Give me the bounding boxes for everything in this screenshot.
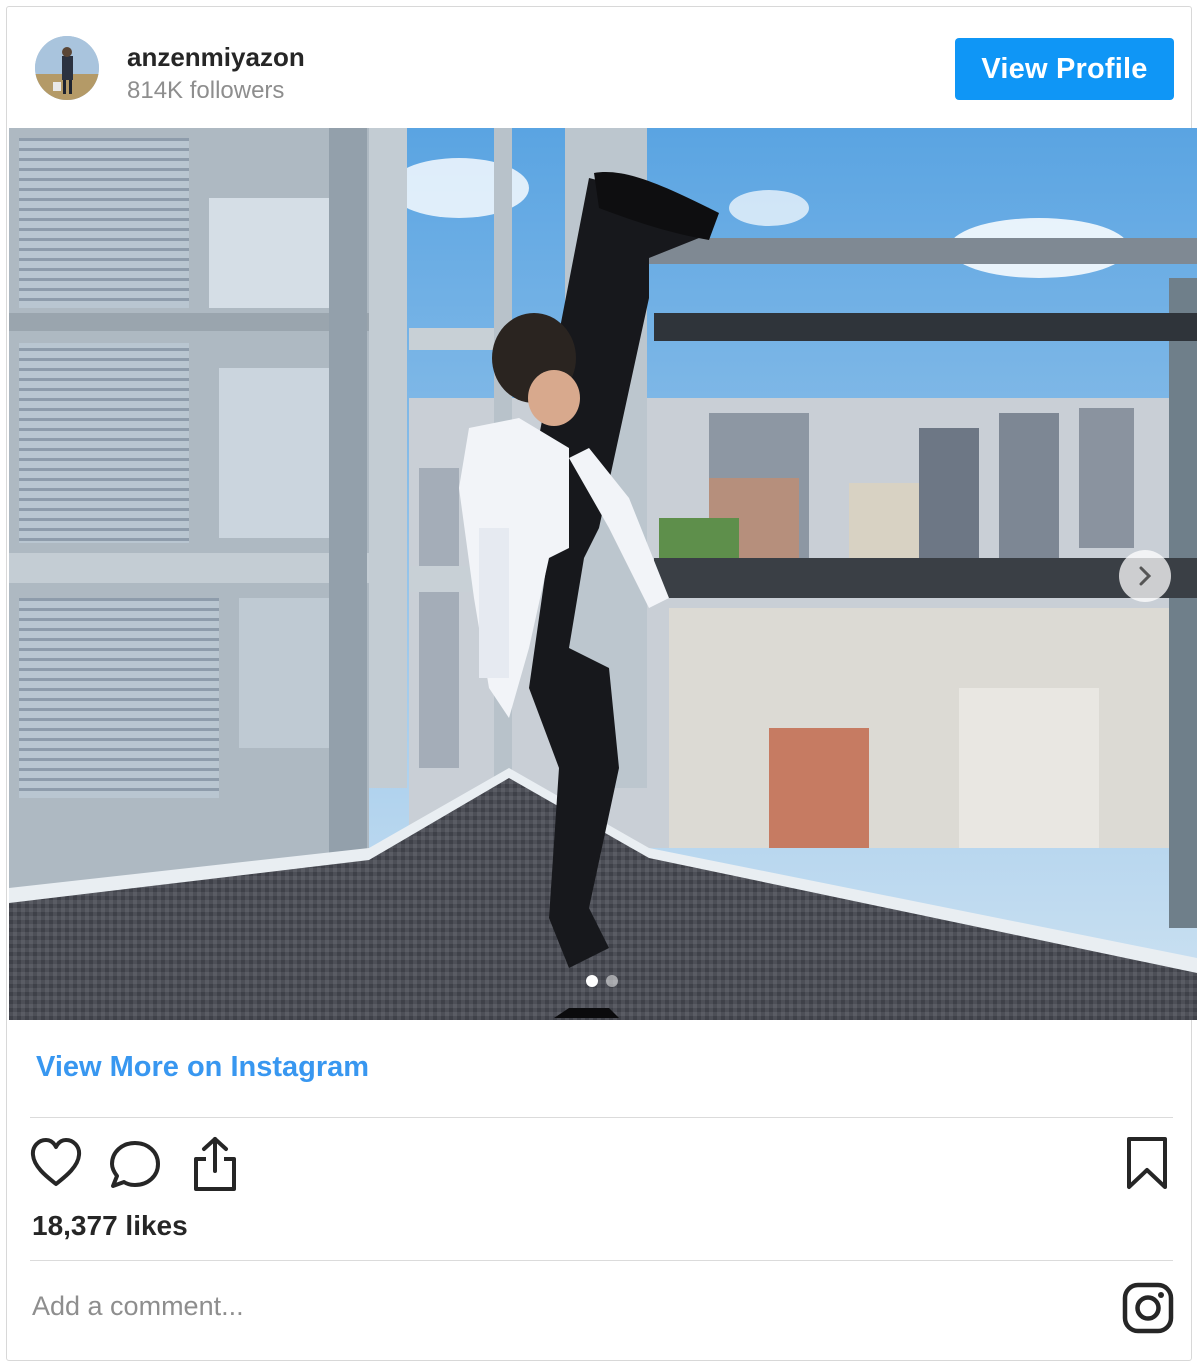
- instagram-logo-icon[interactable]: [1121, 1281, 1175, 1335]
- divider: [30, 1117, 1173, 1118]
- chevron-right-icon: [1139, 566, 1152, 586]
- action-bar: [7, 1135, 1191, 1195]
- post-photo[interactable]: [9, 128, 1197, 1020]
- share-icon[interactable]: [190, 1135, 240, 1193]
- follower-count: 814K followers: [127, 77, 285, 104]
- comment-icon[interactable]: [108, 1139, 162, 1191]
- divider: [30, 1260, 1173, 1261]
- username[interactable]: anzenmiyazon: [127, 42, 305, 73]
- comment-input[interactable]: Add a comment...: [32, 1291, 244, 1322]
- view-more-link[interactable]: View More on Instagram: [36, 1051, 369, 1084]
- carousel-dot: [606, 975, 618, 987]
- carousel-next-button[interactable]: [1119, 550, 1171, 602]
- carousel-indicator: [586, 975, 626, 989]
- view-profile-button[interactable]: View Profile: [955, 38, 1174, 100]
- instagram-embed-card: anzenmiyazon 814K followers View Profile: [6, 6, 1197, 1361]
- avatar[interactable]: [35, 36, 99, 100]
- carousel-dot-active: [586, 975, 598, 987]
- bookmark-icon[interactable]: [1124, 1135, 1170, 1191]
- post-header: anzenmiyazon 814K followers View Profile: [7, 7, 1191, 128]
- like-count: 18,377 likes: [32, 1210, 188, 1241]
- heart-icon[interactable]: [28, 1137, 84, 1189]
